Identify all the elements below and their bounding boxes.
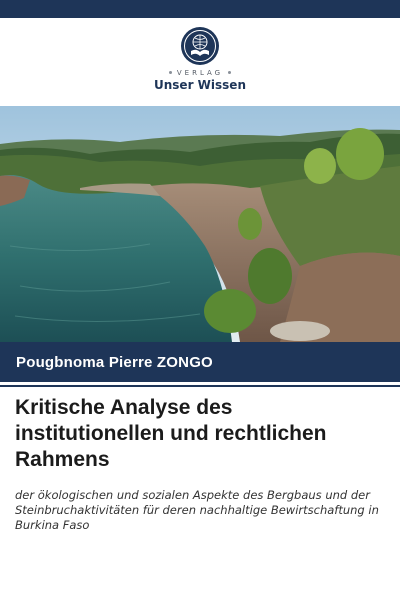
publisher-name: Unser Wissen (154, 78, 246, 92)
book-cover: VERLAG Unser Wissen Pougbnoma Pierre ZON… (0, 0, 400, 600)
divider-rule (0, 385, 400, 387)
book-globe-emblem-icon (181, 27, 219, 65)
publisher-logo: VERLAG Unser Wissen (0, 26, 400, 92)
cover-photo-landscape-lake-quarry (0, 106, 400, 342)
author-name: Pougbnoma Pierre ZONGO (16, 354, 213, 371)
top-color-band (0, 0, 400, 18)
author-band: Pougbnoma Pierre ZONGO (0, 342, 400, 382)
book-subtitle: der ökologischen und sozialen Aspekte de… (15, 488, 379, 532)
publisher-kicker: VERLAG (0, 69, 400, 77)
book-title: Kritische Analyse des institutionellen u… (15, 396, 327, 471)
